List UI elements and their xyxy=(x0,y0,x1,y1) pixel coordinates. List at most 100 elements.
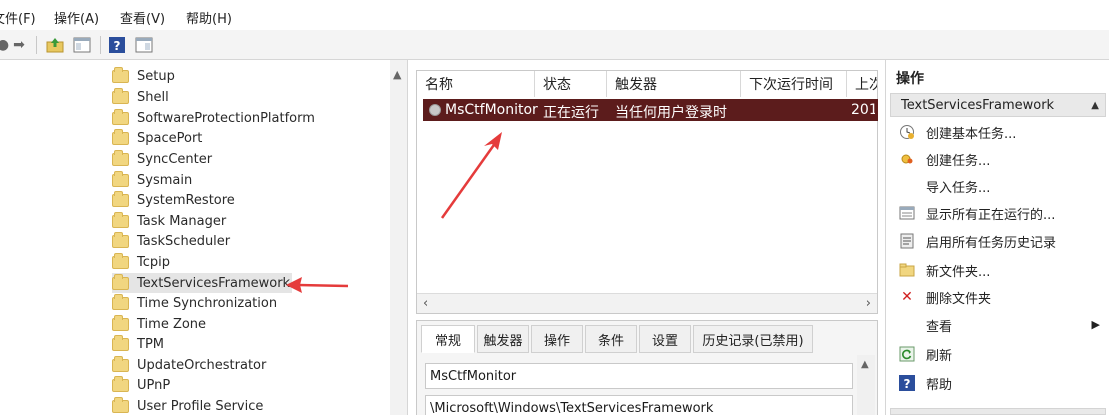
tab-actions[interactable]: 操作 xyxy=(531,325,583,353)
task-location-field[interactable]: \Microsoft\Windows\TextServicesFramework xyxy=(425,395,853,415)
action-create-basic-task[interactable]: 创建基本任务... xyxy=(890,120,1106,144)
actions-pane: 操作 TextServicesFramework ▲ 创建基本任务... 创建任… xyxy=(885,60,1109,415)
action-label: 创建任务... xyxy=(926,153,991,169)
new-folder-icon xyxy=(898,262,916,278)
toolbar: ● ➡ ? xyxy=(0,30,1109,60)
tree-item[interactable]: SoftwareProtectionPlatform xyxy=(112,108,315,128)
tree-item-label: SyncCenter xyxy=(137,151,213,167)
column-header-next-run[interactable]: 下次运行时间 xyxy=(741,71,847,97)
task-status: 正在运行 xyxy=(543,105,599,121)
tree-item[interactable]: UpdateOrchestrator xyxy=(112,355,292,375)
action-label: 新文件夹... xyxy=(926,264,991,280)
action-import-task[interactable]: 导入任务... xyxy=(890,174,1106,198)
tree-item[interactable]: SystemRestore xyxy=(112,190,292,210)
tab-general[interactable]: 常规 xyxy=(421,325,475,353)
toolbar-separator xyxy=(100,36,101,54)
tree-item-label: Task Manager xyxy=(137,213,227,229)
tree-item[interactable]: TPM xyxy=(112,334,292,354)
tree-item[interactable]: SyncCenter xyxy=(112,149,292,169)
tab-history[interactable]: 历史记录(已禁用) xyxy=(693,325,813,353)
tree-item-label: Shell xyxy=(137,89,169,105)
folder-icon xyxy=(112,293,129,310)
column-header-trigger[interactable]: 触发器 xyxy=(607,71,741,97)
up-folder-icon[interactable] xyxy=(46,36,64,54)
column-header-name[interactable]: 名称 xyxy=(417,71,535,97)
tree-item-label: User Profile Service xyxy=(137,398,264,414)
tree-item[interactable]: Task Manager xyxy=(112,211,292,231)
column-header-status[interactable]: 状态 xyxy=(535,71,607,97)
folder-icon xyxy=(112,355,129,372)
action-delete-folder[interactable]: ✕ 删除文件夹 xyxy=(890,285,1106,309)
scroll-left-icon[interactable]: ‹ xyxy=(423,296,428,311)
scroll-up-icon[interactable]: ▲ xyxy=(861,359,869,370)
action-new-folder[interactable]: 新文件夹... xyxy=(890,258,1106,282)
menu-view[interactable]: 查看(V) xyxy=(120,8,165,27)
actions-section-footer xyxy=(890,408,1106,415)
task-name-field[interactable]: MsCtfMonitor xyxy=(425,363,853,389)
action-show-running[interactable]: 显示所有正在运行的... xyxy=(890,201,1106,225)
scroll-right-icon[interactable]: › xyxy=(866,296,871,311)
action-label: 删除文件夹 xyxy=(926,291,992,307)
column-header-last-run[interactable]: 上次 xyxy=(847,71,877,97)
folder-icon xyxy=(112,108,129,125)
forward-arrow-icon[interactable]: ➡ xyxy=(10,36,28,54)
actions-header: 操作 xyxy=(896,71,924,87)
toolbar-separator xyxy=(36,36,37,54)
clock-icon xyxy=(429,104,441,116)
tree-item-label: Time Zone xyxy=(137,316,207,332)
action-refresh[interactable]: 刷新 xyxy=(890,342,1106,366)
folder-icon xyxy=(112,334,129,351)
tree-item-label: Sysmain xyxy=(137,172,193,188)
folder-icon xyxy=(112,252,129,269)
action-label: 创建基本任务... xyxy=(926,126,1017,142)
folder-icon xyxy=(112,190,129,207)
menu-help[interactable]: 帮助(H) xyxy=(186,8,232,27)
task-last-run: 201 xyxy=(851,102,875,118)
tree-item[interactable]: User Profile Service xyxy=(112,396,292,415)
tab-settings[interactable]: 设置 xyxy=(639,325,691,353)
tree-item-label: UpdateOrchestrator xyxy=(137,357,267,373)
menu-action[interactable]: 操作(A) xyxy=(54,8,99,27)
action-create-task[interactable]: 创建任务... xyxy=(890,147,1106,171)
actions-section-header[interactable]: TextServicesFramework ▲ xyxy=(890,93,1106,117)
action-enable-history[interactable]: 启用所有任务历史记录 xyxy=(890,229,1106,253)
help-icon[interactable]: ? xyxy=(108,36,126,54)
action-view[interactable]: 查看 ▶ xyxy=(890,313,1106,337)
details-scrollbar[interactable]: ▲ xyxy=(857,355,875,415)
scroll-up-icon[interactable]: ▲ xyxy=(393,68,401,81)
action-label: 显示所有正在运行的... xyxy=(926,207,1056,223)
tab-conditions[interactable]: 条件 xyxy=(585,325,637,353)
show-pane-icon[interactable] xyxy=(134,36,154,54)
tree-item[interactable]: Tcpip xyxy=(112,252,292,272)
tree-item-label: Time Synchronization xyxy=(137,295,278,311)
folder-icon xyxy=(112,128,129,145)
tree-item[interactable]: Shell xyxy=(112,87,292,107)
tree-item[interactable]: Time Zone xyxy=(112,314,292,334)
tree-item[interactable]: UPnP xyxy=(112,375,292,395)
blank-icon xyxy=(898,317,916,333)
tree-item[interactable]: Setup xyxy=(112,66,292,86)
task-row-msctfmonitor[interactable]: MsCtfMonitor 正在运行 当任何用户登录时 201 xyxy=(423,99,878,121)
folder-tree: Setup Shell SoftwareProtectionPlatform S… xyxy=(0,60,408,415)
collapse-caret-icon[interactable]: ▲ xyxy=(1091,100,1099,111)
folder-icon xyxy=(112,211,129,228)
tree-item-label: SoftwareProtectionPlatform xyxy=(137,110,315,126)
tree-item-textservicesframework[interactable]: TextServicesFramework xyxy=(112,273,292,293)
tasklist-hscrollbar[interactable]: ‹ › xyxy=(417,293,877,313)
show-hide-tree-icon[interactable] xyxy=(72,36,92,54)
svg-text:?: ? xyxy=(904,377,911,391)
action-label: 刷新 xyxy=(926,348,953,364)
tree-item[interactable]: TaskScheduler xyxy=(112,231,292,251)
tree-item[interactable]: Sysmain xyxy=(112,170,292,190)
tree-scrollbar[interactable]: ▲ xyxy=(390,60,407,415)
action-help[interactable]: ? 帮助 xyxy=(890,371,1106,395)
folder-icon xyxy=(112,375,129,392)
folder-icon xyxy=(112,66,129,83)
back-arrow-icon[interactable]: ● xyxy=(0,36,10,54)
create-basic-task-icon xyxy=(898,124,916,140)
menu-file[interactable]: 文件(F) xyxy=(0,8,36,27)
tree-item[interactable]: SpacePort xyxy=(112,128,292,148)
action-label: 导入任务... xyxy=(926,180,991,196)
tree-item[interactable]: Time Synchronization xyxy=(112,293,292,313)
tab-triggers[interactable]: 触发器 xyxy=(477,325,529,353)
